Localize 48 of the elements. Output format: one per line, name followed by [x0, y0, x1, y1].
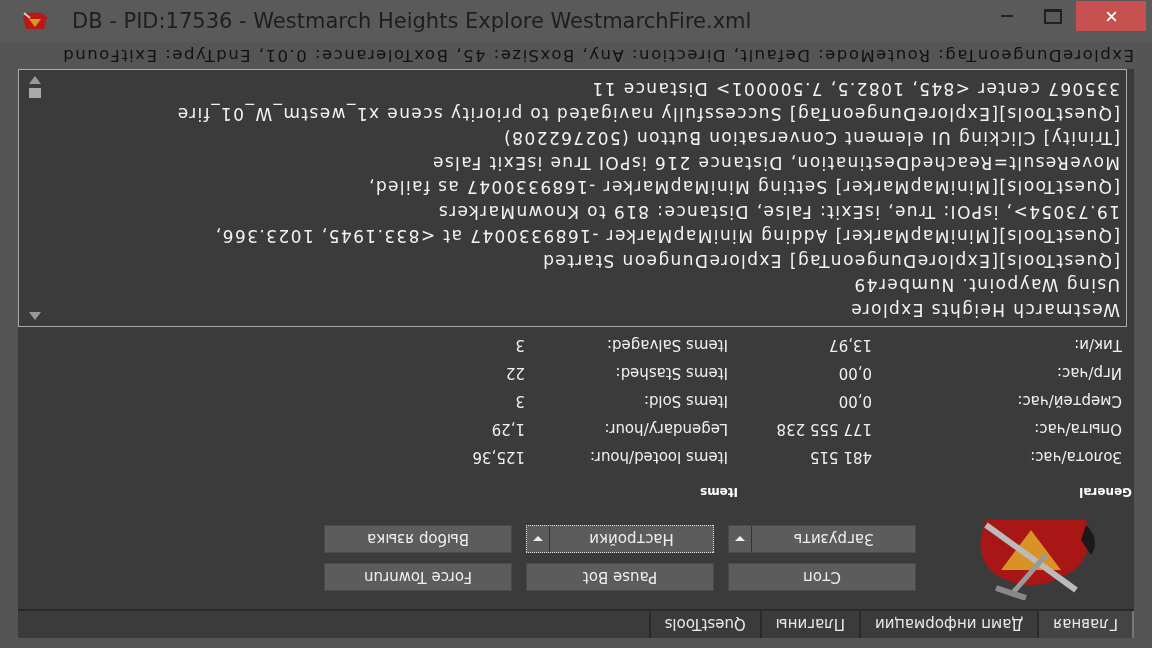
stat-value: 0,00 [837, 392, 872, 410]
tab[interactable]: Главная [1037, 611, 1134, 638]
log-line: [QuestTools][ExploreDungeonTag] Successfully navigated to priority scene x1_westm_W_01_fire [175, 102, 1120, 126]
log-line: [QuestTools][MiniMapMarker] Setting MiniMapMarker -1689330047 as failed, [366, 176, 1120, 200]
stat-label: Игр/час: [1055, 364, 1123, 382]
dropdown-button[interactable]: Настройки [526, 525, 714, 553]
section-heading: General [1078, 485, 1132, 499]
button[interactable]: Force Townrun [324, 563, 512, 591]
caret-icon[interactable] [533, 536, 543, 542]
stat-value: 13,97 [828, 336, 872, 354]
section-heading: Items [699, 485, 738, 499]
stat-label: Legendary/hour: [603, 420, 729, 438]
stat-value: 1,29 [490, 420, 525, 438]
scroll-thumb[interactable] [29, 88, 41, 98]
stat-label: Items Salvaged: [606, 336, 729, 354]
close-icon[interactable] [1104, 9, 1118, 23]
button[interactable]: Pause Bot [526, 563, 714, 591]
log-line: MoveResult=ReachedDestination, Distance 216 isPOI True isExit False [430, 152, 1120, 175]
log-line: 19.73054>, isPOI: True, isExit: False, Distance: 819 to KnownMarkers [436, 201, 1120, 224]
stat-value: 3 [514, 392, 525, 410]
stat-label: Items Stashed: [614, 364, 729, 382]
tab[interactable]: QuestTools [648, 611, 760, 638]
tab[interactable]: Дамп информации [859, 611, 1038, 638]
stat-value: 177 555 238 [775, 420, 872, 438]
tab[interactable]: Плагины [759, 611, 860, 638]
stat-value: 22 [504, 364, 525, 382]
log-line: 335067 center <845, 1082.5, 7.500001> Distance 11 [590, 78, 1120, 102]
stat-label: Золота/час: [1029, 448, 1123, 466]
stat-value: 481 515 [808, 448, 872, 466]
window-title: DB - PID:17536 - Westmarch Heights Explore WestmarchFire.xml [72, 9, 752, 33]
button[interactable]: Выбор языка [324, 525, 512, 553]
dropdown-button[interactable]: Загрузить [728, 525, 916, 553]
stat-label: Опыта/час: [1033, 420, 1123, 438]
log-line: [QuestTools][MiniMapMarker] Adding MiniMapMarker -1689330047 at <833.1945, 1023.366, [213, 225, 1120, 249]
stat-value: 3 [514, 336, 525, 354]
close-button[interactable] [1076, 1, 1146, 31]
stat-label: Тик/и: [1073, 336, 1123, 354]
stat-label: Смертей/час: [1016, 392, 1123, 410]
caret-icon[interactable] [735, 536, 745, 542]
log-line: [QuestTools][ExploreDungeonTag] ExploreDungeon Started [540, 250, 1120, 273]
log-line: Westmarch Heights Explore [848, 299, 1120, 322]
stat-label: Items looted/hour: [588, 448, 729, 466]
log-line: [Trinity] Clicking UI element Conversation Button (502762208) [501, 127, 1120, 151]
stat-value: 0,00 [837, 364, 872, 382]
button[interactable]: Стоп [728, 563, 916, 591]
log-line: Using Waypoint. Number49 [852, 274, 1120, 298]
stat-value: 125,36 [471, 448, 525, 466]
stat-label: Items Sold: [642, 392, 729, 410]
